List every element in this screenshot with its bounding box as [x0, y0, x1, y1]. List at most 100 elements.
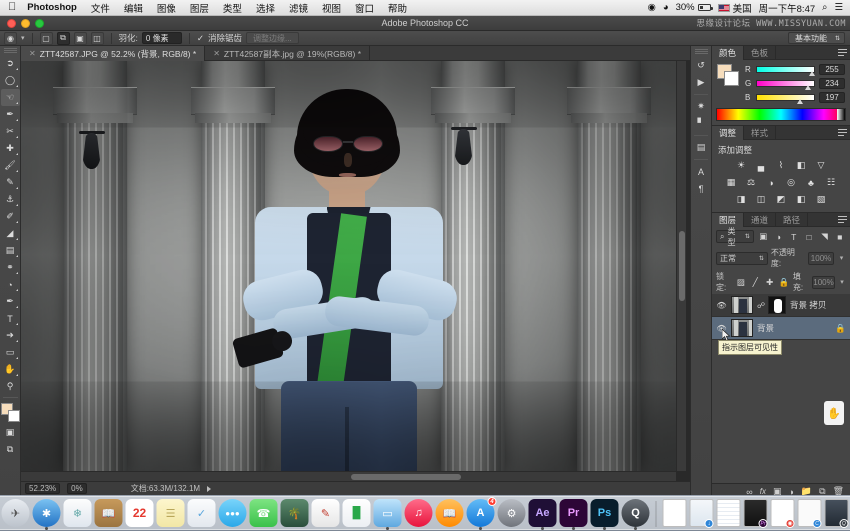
zoom-level-input[interactable]: 52.23% [25, 483, 61, 494]
panel-menu-icon[interactable] [838, 129, 847, 137]
dock-item-quicktime[interactable]: Q [621, 499, 650, 530]
levels-adjustment-icon[interactable]: ▄ [754, 159, 769, 172]
dock-item-reminders[interactable]: ✓ [187, 499, 216, 527]
dock-document-premiere-project[interactable]: Pr [743, 499, 768, 528]
antialias-checkbox[interactable]: ✓ [197, 33, 204, 44]
dodge-tool[interactable]: ◔ [1, 276, 20, 293]
toolbar-grip[interactable] [3, 48, 17, 53]
filter-adjustment-icon[interactable]: ◑ [772, 230, 784, 243]
menu-item-select[interactable]: 选择 [249, 1, 282, 15]
intersect-selection-button[interactable]: ◫ [90, 31, 104, 45]
color-panel-swatches[interactable] [717, 64, 739, 86]
tab-channels[interactable]: 通道 [744, 213, 777, 227]
search-icon[interactable]: ⌕ [822, 2, 827, 13]
dock-item-after-effects[interactable]: Ae [528, 499, 557, 530]
menu-item-type[interactable]: 类型 [216, 1, 249, 15]
path-selection-tool[interactable]: ➔ [1, 327, 20, 344]
crop-tool[interactable]: ✂ [1, 123, 20, 140]
dock-item-photoshop[interactable]: Ps [590, 499, 619, 530]
hand-tool[interactable]: ✋ [1, 361, 20, 378]
new-selection-button[interactable]: ▢ [39, 31, 53, 45]
menu-item-app-name[interactable]: Photoshop [25, 2, 84, 13]
curves-adjustment-icon[interactable]: ⌇ [774, 159, 789, 172]
layer-mask-link-icon[interactable]: ☍ [757, 301, 765, 310]
lock-transparent-pixels-icon[interactable]: ▨ [735, 276, 746, 289]
play-triangle-icon[interactable] [207, 485, 212, 492]
blue-slider-track[interactable] [756, 94, 815, 104]
history-panel-icon[interactable]: ↺ [692, 57, 710, 74]
close-icon[interactable]: ✕ [213, 49, 220, 58]
dock-document-blank[interactable] [662, 499, 687, 527]
background-color-swatch[interactable] [724, 71, 739, 86]
menu-item-edit[interactable]: 编辑 [117, 1, 150, 15]
wifi-icon[interactable]: ◕ [663, 2, 669, 13]
layer-thumbnail[interactable] [731, 319, 753, 337]
tab-styles[interactable]: 样式 [744, 126, 777, 140]
clone-stamp-tool[interactable]: ⚓ [1, 191, 20, 208]
dock-item-launchpad[interactable]: ✈ [1, 499, 30, 527]
document-tab-active[interactable]: ✕ ZTT42587.JPG @ 52.2% (背景, RGB/8) * [21, 46, 206, 61]
close-icon[interactable]: ✕ [29, 49, 36, 58]
table-row[interactable]: 👁 背景 🔒 指示图层可见性 [712, 317, 850, 355]
filter-toggle-icon[interactable]: ■ [834, 230, 846, 243]
lock-image-pixels-icon[interactable]: ╱ [750, 276, 761, 289]
record-icon[interactable]: ◉ [648, 2, 656, 13]
rectangle-tool[interactable]: ▭ [1, 344, 20, 361]
gradient-tool[interactable]: ▤ [1, 242, 20, 259]
notification-center-icon[interactable]: ☰ [834, 2, 843, 13]
color-spectrum-ramp[interactable] [716, 108, 846, 121]
refine-edge-button[interactable]: 调整边缘... [246, 32, 299, 44]
tool-preset-chevron-down-icon[interactable]: ▾ [21, 34, 25, 42]
blue-value-input[interactable]: 197 [819, 92, 845, 103]
tab-color[interactable]: 颜色 [712, 46, 745, 60]
feather-input[interactable]: 0 像素 [141, 32, 182, 44]
dock-item-numbers[interactable]: █ [342, 499, 371, 527]
gradient-map-adjustment-icon[interactable]: ◧ [794, 193, 809, 206]
tab-paths[interactable]: 路径 [776, 213, 809, 227]
red-slider-track[interactable] [756, 66, 816, 76]
selective-color-adjustment-icon[interactable]: ▧ [814, 193, 829, 206]
menu-item-image[interactable]: 图像 [150, 1, 183, 15]
add-to-selection-button[interactable]: ⧉ [56, 31, 70, 45]
panel-menu-icon[interactable] [838, 216, 847, 224]
dock-item-facetime[interactable]: ☎ [249, 499, 278, 527]
histogram-panel-icon[interactable]: ▘ [692, 115, 710, 132]
dock-item-textedit[interactable]: ✎ [311, 499, 340, 527]
workspace-selector[interactable]: 基本功能 ⇅ [787, 32, 845, 44]
hue-saturation-adjustment-icon[interactable]: ▦ [724, 176, 739, 189]
horizontal-type-tool[interactable]: T [1, 310, 20, 327]
canvas-horizontal-scrollbar[interactable] [21, 471, 676, 481]
lock-position-icon[interactable]: ✚ [764, 276, 775, 289]
table-row[interactable]: 👁 ☍ 背景 拷贝 [712, 294, 850, 317]
menu-item-layer[interactable]: 图层 [183, 1, 216, 15]
battery-status[interactable]: 30% [676, 2, 713, 13]
dock-item-safari[interactable]: ✱ [32, 499, 61, 530]
screen-mode-icon[interactable]: ⧉ [1, 441, 20, 458]
dock-item-premiere-pro[interactable]: Pr [559, 499, 588, 530]
dock-item-ibooks[interactable]: 📖 [435, 499, 464, 527]
move-tool[interactable]: ➲ [1, 55, 20, 72]
dock-document-recent-1[interactable]: ↓ [689, 499, 714, 528]
spot-healing-brush-tool[interactable]: 🖌 [1, 157, 20, 174]
blur-tool[interactable]: ⚭ [1, 259, 20, 276]
fill-input[interactable]: 100% [811, 275, 836, 289]
opacity-input[interactable]: 100% [808, 251, 835, 265]
dock-item-notes[interactable]: ☰ [156, 499, 185, 527]
dock-item-itunes[interactable]: ♫ [404, 499, 433, 527]
background-color-swatch[interactable] [7, 410, 20, 422]
dock-item-photo-booth[interactable]: 🌴 [280, 499, 309, 527]
lasso-tool[interactable]: ☜ [0, 89, 20, 106]
menu-item-window[interactable]: 窗口 [348, 1, 381, 15]
pen-tool[interactable]: ✒ [1, 293, 20, 310]
layer-mask-thumbnail[interactable] [768, 296, 786, 314]
dock-item-messages[interactable]: ●●● [218, 499, 247, 527]
black-white-adjustment-icon[interactable]: ◑ [764, 176, 779, 189]
vibrance-adjustment-icon[interactable]: ▽ [814, 159, 829, 172]
green-slider-track[interactable] [756, 80, 815, 90]
actions-panel-icon[interactable]: ▶ [692, 74, 710, 91]
tab-adjustments[interactable]: 调整 [712, 126, 745, 140]
dock-document-spreadsheet[interactable] [716, 499, 741, 527]
dock-item-keynote[interactable]: ▭ [373, 499, 402, 530]
rail-grip[interactable] [694, 49, 708, 54]
canvas-vertical-scrollbar[interactable] [676, 61, 686, 471]
